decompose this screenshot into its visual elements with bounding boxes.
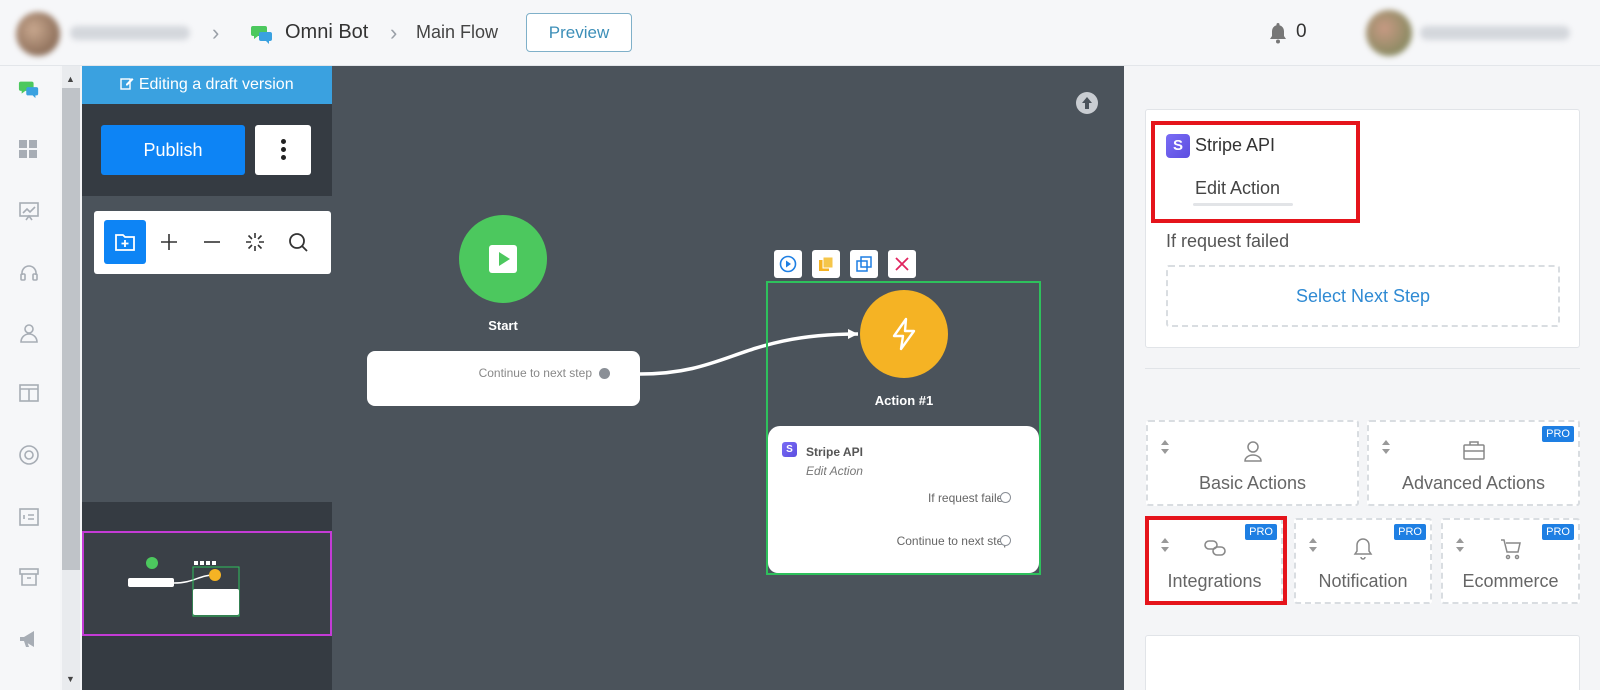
copy-icon — [819, 256, 834, 271]
divider — [1145, 368, 1580, 369]
category-label: Advanced Actions — [1401, 473, 1546, 493]
category-label: Ecommerce — [1462, 571, 1559, 591]
continue-output-port[interactable] — [1000, 535, 1011, 546]
highlight-box — [1151, 121, 1360, 223]
pro-badge: PRO — [1542, 524, 1574, 540]
action-node-label: Action #1 — [874, 393, 934, 408]
category-advanced-actions[interactable]: PRO Advanced Actions — [1367, 420, 1580, 506]
drag-sort-icon[interactable] — [1455, 538, 1465, 557]
bell-outline-icon — [1352, 537, 1374, 566]
play-icon — [488, 244, 518, 279]
cart-icon — [1499, 537, 1523, 566]
category-label: Basic Actions — [1198, 473, 1307, 493]
user-action-icon — [1242, 439, 1264, 468]
category-ecommerce[interactable]: PRO Ecommerce — [1441, 518, 1580, 604]
action-card-subtitle: Edit Action — [806, 464, 863, 478]
failed-output-port[interactable] — [1000, 492, 1011, 503]
lightning-icon — [889, 317, 919, 356]
start-node-card[interactable]: Continue to next step — [367, 351, 640, 406]
action-card-title: Stripe API — [806, 445, 863, 459]
start-continue-label: Continue to next step — [478, 366, 592, 380]
delete-node-button[interactable] — [888, 250, 916, 278]
if-request-failed-label: If request failed — [1166, 231, 1290, 251]
category-basic-actions[interactable]: Basic Actions — [1146, 420, 1359, 506]
drag-sort-icon[interactable] — [1308, 538, 1318, 557]
select-next-step-button[interactable]: Select Next Step — [1166, 265, 1560, 327]
start-node-label: Start — [488, 318, 518, 333]
briefcase-icon — [1462, 439, 1486, 466]
duplicate-node-button[interactable] — [850, 250, 878, 278]
action-card-continue: Continue to next step — [896, 534, 1010, 548]
category-notification[interactable]: PRO Notification — [1294, 518, 1432, 604]
stripe-logo-icon: S — [782, 442, 797, 457]
pro-badge: PRO — [1394, 524, 1426, 540]
action-card-if-failed: If request failed — [927, 491, 1010, 505]
duplicate-icon — [856, 256, 872, 272]
drag-sort-icon[interactable] — [1160, 440, 1170, 459]
close-icon — [895, 257, 909, 271]
play-circle-icon — [779, 255, 797, 273]
pro-badge: PRO — [1542, 426, 1574, 442]
category-label: Notification — [1318, 571, 1408, 591]
copy-node-button[interactable] — [812, 250, 840, 278]
bottom-card — [1145, 635, 1580, 690]
start-output-port[interactable] — [599, 368, 610, 379]
highlight-box — [1145, 516, 1287, 605]
drag-sort-icon[interactable] — [1381, 440, 1391, 459]
run-node-button[interactable] — [774, 250, 802, 278]
